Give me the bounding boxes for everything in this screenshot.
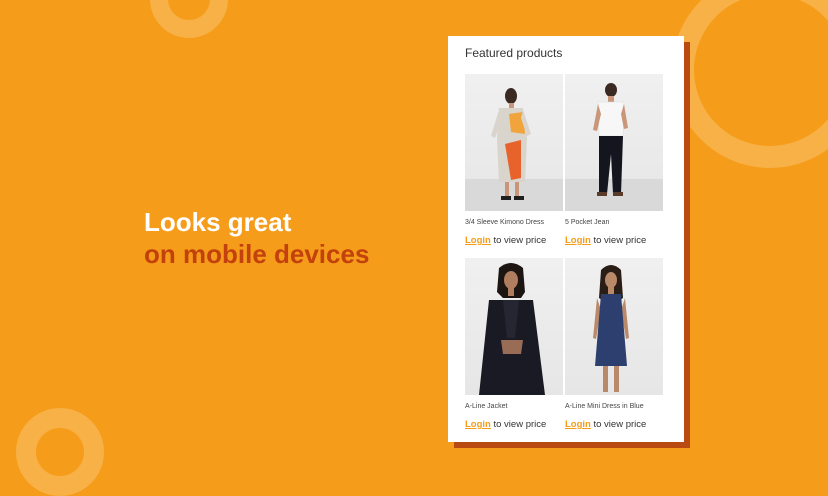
model-figure [593,83,628,196]
price-suffix: to view price [490,235,547,246]
price-suffix: to view price [590,235,647,246]
login-link[interactable]: Login [465,235,491,246]
decor-ring-right [672,0,828,168]
login-link[interactable]: Login [565,235,591,246]
price-line: Login to view price [465,235,563,246]
product-card[interactable]: A-Line Jacket Login to view price [465,258,563,430]
headline-line-2: on mobile devices [144,239,370,269]
model-figure [479,263,545,395]
product-name[interactable]: 5 Pocket Jean [565,219,663,229]
product-name[interactable]: A-Line Mini Dress in Blue [565,403,663,413]
price-suffix: to view price [490,419,547,430]
product-card[interactable]: 5 Pocket Jean Login to view price [565,74,663,246]
product-image[interactable] [465,258,563,395]
product-name[interactable]: 3/4 Sleeve Kimono Dress [465,219,563,229]
login-link[interactable]: Login [465,419,491,430]
decor-ring-bottom [16,408,104,496]
model-figure [593,265,629,392]
product-image[interactable] [565,258,663,395]
phone-mockup: Featured products 3/4 Sleeve Kimono Dres… [448,36,684,442]
price-line: Login to view price [565,419,663,430]
headline: Looks great on mobile devices [144,206,369,270]
headline-line-1: Looks great [144,207,292,237]
decor-ring-top [150,0,228,38]
price-line: Login to view price [565,235,663,246]
product-image[interactable] [465,74,563,211]
product-card[interactable]: A-Line Mini Dress in Blue Login to view … [565,258,663,430]
price-line: Login to view price [465,419,563,430]
price-suffix: to view price [590,419,647,430]
product-name[interactable]: A-Line Jacket [465,403,563,413]
login-link[interactable]: Login [565,419,591,430]
model-figure [491,88,531,200]
product-card[interactable]: 3/4 Sleeve Kimono Dress Login to view pr… [465,74,563,246]
featured-products-title: Featured products [465,46,563,60]
product-image[interactable] [565,74,663,211]
